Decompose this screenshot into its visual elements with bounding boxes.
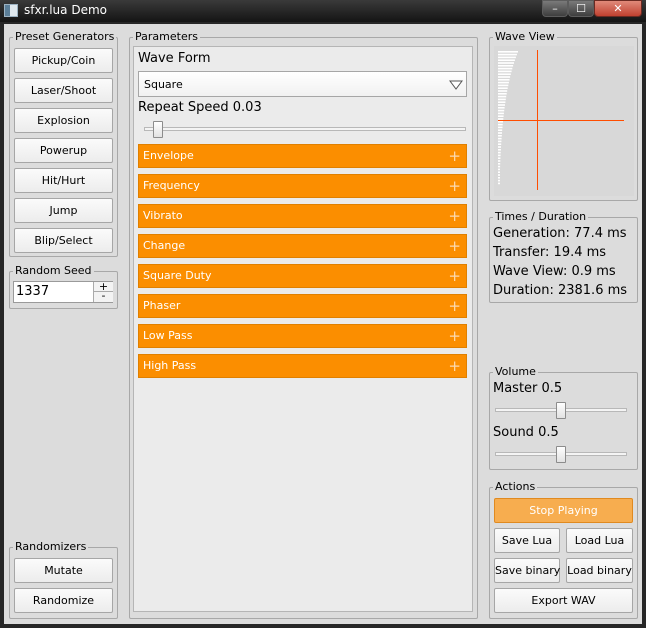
random-seed-spinbox[interactable]: 1337 + - (13, 281, 113, 303)
randomizers-label: Randomizers (13, 540, 89, 553)
maximize-button[interactable]: ☐ (568, 0, 594, 17)
preset-laser-shoot-button[interactable]: Laser/Shoot (14, 78, 113, 103)
window-title: sfxr.lua Demo (24, 3, 107, 17)
square-duty-section[interactable]: Square Duty + (138, 264, 467, 288)
low-pass-section-label: Low Pass (143, 329, 193, 342)
wave-view-canvas (494, 46, 634, 196)
stop-playing-button[interactable]: Stop Playing (494, 498, 633, 523)
title-bar[interactable]: sfxr.lua Demo – ☐ ✕ (0, 0, 646, 22)
low-pass-section[interactable]: Low Pass + (138, 324, 467, 348)
master-volume-slider-thumb[interactable] (556, 402, 566, 419)
save-lua-button[interactable]: Save Lua (494, 528, 560, 553)
repeat-speed-label: Repeat Speed 0.03 (138, 100, 262, 115)
mutate-button[interactable]: Mutate (14, 558, 113, 583)
volume-label: Volume (493, 365, 538, 378)
preset-generators-label: Preset Generators (13, 30, 117, 43)
chevron-down-icon (449, 80, 463, 90)
master-volume-label: Master 0.5 (493, 381, 563, 396)
actions-label: Actions (493, 480, 538, 493)
seed-decrement-button[interactable]: - (93, 290, 113, 302)
vibrato-section-label: Vibrato (143, 209, 183, 222)
preset-hit-hurt-button[interactable]: Hit/Hurt (14, 168, 113, 193)
close-button[interactable]: ✕ (594, 0, 642, 17)
expand-plus-icon: + (448, 297, 461, 315)
parameters-label: Parameters (133, 30, 200, 43)
transfer-time: Transfer: 19.4 ms (493, 245, 607, 260)
wave-view-label: Wave View (493, 30, 557, 43)
preset-blip-select-button[interactable]: Blip/Select (14, 228, 113, 253)
preset-powerup-button[interactable]: Powerup (14, 138, 113, 163)
generation-time: Generation: 77.4 ms (493, 226, 627, 241)
preset-explosion-button[interactable]: Explosion (14, 108, 113, 133)
wave-form-dropdown[interactable]: Square (138, 71, 467, 97)
sound-volume-label: Sound 0.5 (493, 425, 559, 440)
load-binary-button[interactable]: Load binary (566, 558, 633, 583)
expand-plus-icon: + (448, 237, 461, 255)
duration-time: Duration: 2381.6 ms (493, 283, 628, 298)
preset-jump-button[interactable]: Jump (14, 198, 113, 223)
wave-view-time: Wave View: 0.9 ms (493, 264, 616, 279)
export-wav-button[interactable]: Export WAV (494, 588, 633, 613)
frequency-section[interactable]: Frequency + (138, 174, 467, 198)
expand-plus-icon: + (448, 207, 461, 225)
wave-form-label: Wave Form (138, 51, 211, 66)
phaser-section-label: Phaser (143, 299, 181, 312)
expand-plus-icon: + (448, 327, 461, 345)
app-icon (4, 4, 18, 17)
random-seed-label: Random Seed (13, 264, 94, 277)
expand-plus-icon: + (448, 357, 461, 375)
high-pass-section-label: High Pass (143, 359, 197, 372)
preset-pickup-coin-button[interactable]: Pickup/Coin (14, 48, 113, 73)
phaser-section[interactable]: Phaser + (138, 294, 467, 318)
save-binary-button[interactable]: Save binary (494, 558, 560, 583)
load-lua-button[interactable]: Load Lua (566, 528, 633, 553)
change-section[interactable]: Change + (138, 234, 467, 258)
minimize-button[interactable]: – (542, 0, 568, 17)
times-duration-label: Times / Duration (493, 210, 589, 223)
repeat-speed-slider-track[interactable] (144, 127, 466, 131)
expand-plus-icon: + (448, 267, 461, 285)
vibrato-section[interactable]: Vibrato + (138, 204, 467, 228)
sound-volume-slider-thumb[interactable] (556, 446, 566, 463)
frequency-section-label: Frequency (143, 179, 200, 192)
envelope-section[interactable]: Envelope + (138, 144, 467, 168)
wave-form-value: Square (144, 78, 183, 91)
square-duty-section-label: Square Duty (143, 269, 212, 282)
high-pass-section[interactable]: High Pass + (138, 354, 467, 378)
expand-plus-icon: + (448, 177, 461, 195)
repeat-speed-slider-thumb[interactable] (153, 121, 164, 138)
random-seed-value[interactable]: 1337 (16, 284, 49, 299)
expand-plus-icon: + (448, 147, 461, 165)
change-section-label: Change (143, 239, 186, 252)
randomize-button[interactable]: Randomize (14, 588, 113, 613)
envelope-section-label: Envelope (143, 149, 194, 162)
